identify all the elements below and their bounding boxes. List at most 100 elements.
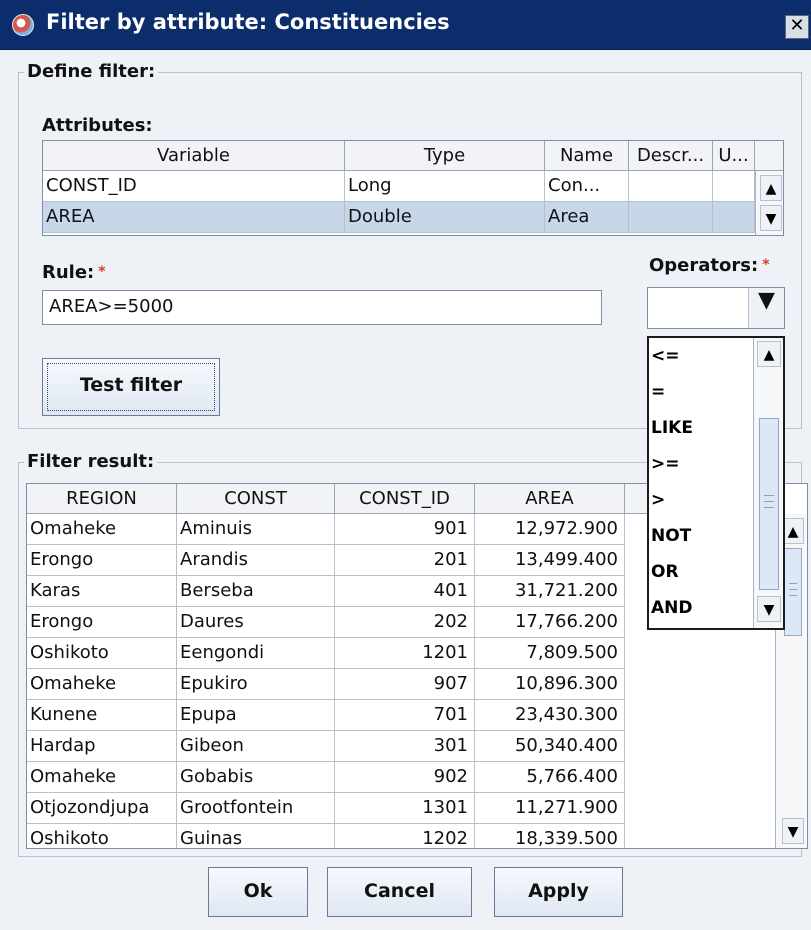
result-const-cell[interactable]: Gobabis [177, 762, 335, 793]
app-globe-icon [12, 14, 34, 36]
result-region-cell[interactable]: Omaheke [27, 514, 177, 545]
result-area-cell[interactable]: 12,972.900 [475, 514, 625, 545]
result-const-id-cell[interactable]: 907 [335, 669, 475, 700]
operator-option[interactable]: NOT [651, 518, 757, 554]
result-area-cell[interactable]: 18,339.500 [475, 824, 625, 848]
chevron-down-icon[interactable]: ▼ [748, 288, 784, 328]
attributes-header-type[interactable]: Type [345, 141, 545, 171]
close-icon[interactable]: ✕ [785, 15, 809, 39]
attributes-header-name[interactable]: Name [545, 141, 629, 171]
result-const-cell[interactable]: Gibeon [177, 731, 335, 762]
result-region-cell[interactable]: Kunene [27, 700, 177, 731]
result-const-id-cell[interactable]: 202 [335, 607, 475, 638]
result-const-id-cell[interactable]: 1201 [335, 638, 475, 669]
attribute-cell-type[interactable]: Double [345, 202, 545, 233]
attribute-cell-name[interactable]: Con... [545, 171, 629, 202]
result-area-cell[interactable]: 50,340.400 [475, 731, 625, 762]
result-header-const-id[interactable]: CONST_ID [335, 484, 475, 514]
result-area-cell[interactable]: 10,896.300 [475, 669, 625, 700]
result-const-id-cell[interactable]: 201 [335, 545, 475, 576]
result-region-cell[interactable]: Omaheke [27, 669, 177, 700]
result-region-cell[interactable]: Oshikoto [27, 824, 177, 848]
scroll-grip [789, 583, 797, 584]
result-const-id-cell[interactable]: 1202 [335, 824, 475, 848]
result-region-cell[interactable]: Karas [27, 576, 177, 607]
ok-button[interactable]: Ok [208, 867, 308, 917]
operator-option[interactable]: > [651, 482, 757, 518]
result-const-cell[interactable]: Eengondi [177, 638, 335, 669]
result-header-region[interactable]: REGION [27, 484, 177, 514]
result-const-id-cell[interactable]: 1301 [335, 793, 475, 824]
attribute-cell-variable[interactable]: AREA [43, 202, 345, 233]
result-region-cell[interactable]: Otjozondjupa [27, 793, 177, 824]
result-const-id-cell[interactable]: 301 [335, 731, 475, 762]
result-header-area[interactable]: AREA [475, 484, 625, 514]
result-region-cell[interactable]: Erongo [27, 545, 177, 576]
operator-option[interactable]: LIKE [651, 410, 757, 446]
result-area-cell[interactable]: 5,766.400 [475, 762, 625, 793]
result-const-cell[interactable]: Epupa [177, 700, 335, 731]
attribute-cell-unit[interactable] [713, 202, 755, 233]
operator-option[interactable]: <= [651, 338, 757, 374]
result-header-const[interactable]: CONST [177, 484, 335, 514]
result-const-cell[interactable]: Berseba [177, 576, 335, 607]
attributes-header-variable[interactable]: Variable [43, 141, 345, 171]
scroll-grip [789, 589, 797, 590]
result-const-id-cell[interactable]: 701 [335, 700, 475, 731]
result-const-id-cell[interactable]: 901 [335, 514, 475, 545]
operators-scrollbar[interactable]: ▲ ▼ [753, 338, 783, 628]
operator-option[interactable]: OR [651, 554, 757, 590]
filter-dialog: Filter by attribute: Constituencies ✕ De… [0, 0, 811, 930]
scroll-down-icon[interactable]: ▼ [757, 596, 781, 622]
attribute-cell-name[interactable]: Area [545, 202, 629, 233]
operators-dropdown[interactable]: <= = LIKE >= > NOT OR AND ▲ ▼ [647, 336, 785, 630]
define-filter-label: Define filter: [24, 61, 159, 82]
operator-option[interactable]: >= [651, 446, 757, 482]
test-filter-button[interactable]: Test filter [42, 358, 220, 416]
result-area-cell[interactable]: 7,809.500 [475, 638, 625, 669]
rule-input[interactable]: AREA>=5000 [42, 290, 602, 325]
result-const-cell[interactable]: Guinas [177, 824, 335, 848]
attributes-scrollbar[interactable]: ▲ ▼ [755, 171, 783, 235]
attributes-header-unit[interactable]: U... [713, 141, 755, 171]
operator-option[interactable]: AND [651, 590, 757, 626]
result-const-cell[interactable]: Aminuis [177, 514, 335, 545]
rule-label: Rule: * [42, 262, 106, 283]
scroll-down-icon[interactable]: ▼ [782, 818, 804, 844]
scroll-up-icon[interactable]: ▲ [760, 175, 782, 201]
attribute-cell-variable[interactable]: CONST_ID [43, 171, 345, 202]
attribute-cell-unit[interactable] [713, 171, 755, 202]
result-area-cell[interactable]: 13,499.400 [475, 545, 625, 576]
result-const-id-cell[interactable]: 401 [335, 576, 475, 607]
scroll-grip [789, 595, 797, 596]
operators-label: Operators: * [649, 255, 770, 276]
result-region-cell[interactable]: Omaheke [27, 762, 177, 793]
scroll-up-icon[interactable]: ▲ [782, 518, 804, 544]
scroll-thumb[interactable] [784, 548, 802, 636]
result-const-cell[interactable]: Daures [177, 607, 335, 638]
result-region-cell[interactable]: Hardap [27, 731, 177, 762]
attribute-cell-description[interactable] [629, 171, 713, 202]
cancel-button[interactable]: Cancel [327, 867, 472, 917]
scroll-down-icon[interactable]: ▼ [760, 205, 782, 231]
apply-button[interactable]: Apply [494, 867, 623, 917]
result-area-cell[interactable]: 31,721.200 [475, 576, 625, 607]
result-region-cell[interactable]: Oshikoto [27, 638, 177, 669]
result-area-cell[interactable]: 17,766.200 [475, 607, 625, 638]
attribute-cell-description[interactable] [629, 202, 713, 233]
result-area-cell[interactable]: 11,271.900 [475, 793, 625, 824]
result-const-cell[interactable]: Grootfontein [177, 793, 335, 824]
attributes-header-description[interactable]: Descr... [629, 141, 713, 171]
result-const-cell[interactable]: Arandis [177, 545, 335, 576]
result-area-cell[interactable]: 23,430.300 [475, 700, 625, 731]
result-region-cell[interactable]: Erongo [27, 607, 177, 638]
attribute-cell-type[interactable]: Long [345, 171, 545, 202]
operators-select[interactable]: ▼ [647, 287, 785, 329]
scroll-thumb[interactable] [759, 418, 779, 590]
operator-option[interactable]: = [651, 374, 757, 410]
scroll-up-icon[interactable]: ▲ [757, 341, 781, 367]
result-const-cell[interactable]: Epukiro [177, 669, 335, 700]
result-const-id-cell[interactable]: 902 [335, 762, 475, 793]
attributes-table: Variable Type Name Descr... U... CONST_I… [42, 140, 784, 236]
attributes-label: Attributes: [42, 115, 153, 136]
